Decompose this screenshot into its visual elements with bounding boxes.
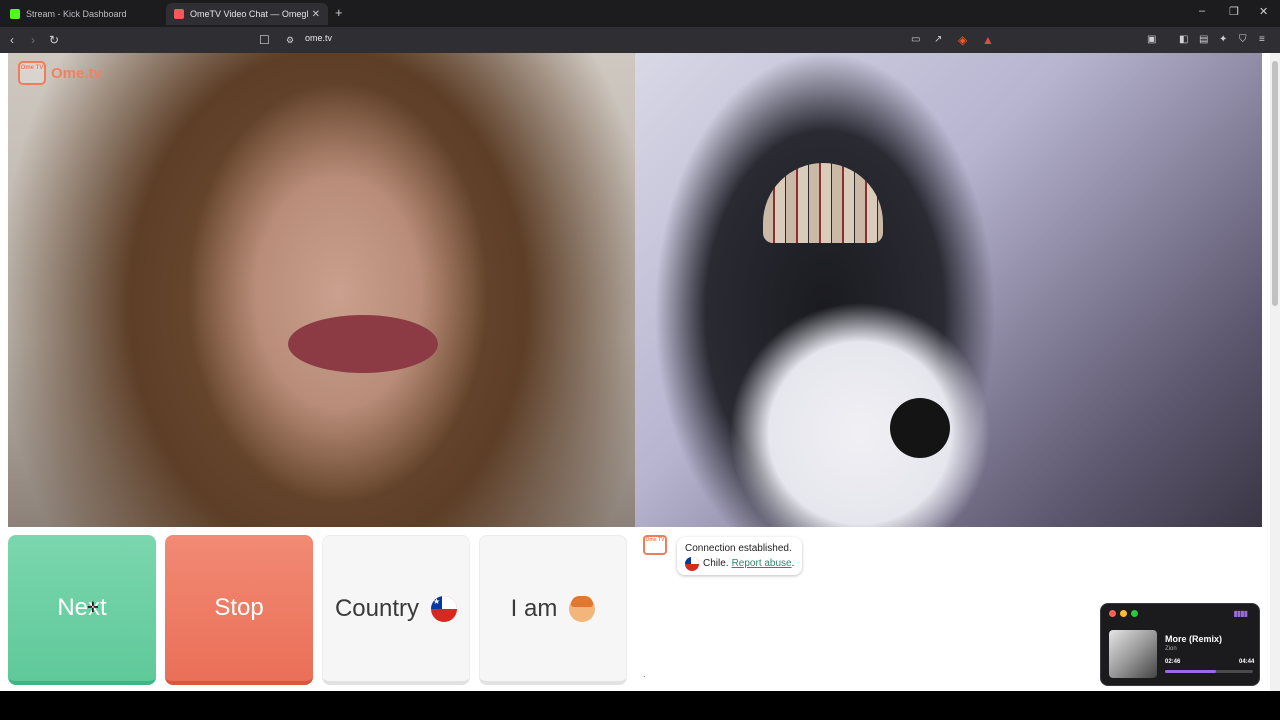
share-icon[interactable]: ↗	[934, 32, 942, 48]
maximize-dot-icon[interactable]	[1131, 610, 1138, 617]
close-window-icon[interactable]: ✕	[1259, 5, 1268, 18]
restore-icon[interactable]: ❐	[1229, 5, 1239, 18]
tab-bar: Stream - Kick Dashboard OmeTV Video Chat…	[0, 0, 1280, 27]
report-abuse-link[interactable]: Report abuse	[732, 556, 792, 571]
tab-kick-dashboard[interactable]: Stream - Kick Dashboard	[2, 3, 164, 25]
album-cover	[1109, 630, 1157, 678]
taskbar-strip	[0, 691, 1280, 720]
browser-toolbar: ‹ › ↻ ☐ ⚙ ome.tv ▭ ↗ ◈ ▲ ▣ ◧ ▤ ✦ ⛉ ≡	[0, 27, 1280, 53]
self-video	[635, 53, 1262, 527]
new-tab-button[interactable]: +	[335, 5, 343, 20]
close-tab-icon[interactable]: ✕	[312, 9, 320, 20]
brave-shield-icon[interactable]: ◈	[958, 32, 967, 48]
brand-name: Ome.tv	[51, 64, 102, 82]
kick-favicon-icon	[10, 9, 20, 19]
music-player-widget[interactable]: ▮▮▮▮ More (Remix) Zion 02:46 04:44	[1100, 603, 1260, 686]
menu-icon[interactable]: ≡	[1259, 32, 1265, 48]
mouse-cursor-icon: ✛	[87, 599, 99, 615]
report-suffix: .	[791, 558, 795, 569]
equalizer-icon: ▮▮▮▮	[1233, 609, 1248, 618]
elapsed-time: 02:46	[1165, 659, 1181, 665]
video-content	[288, 315, 438, 373]
tab-title: Stream - Kick Dashboard	[26, 9, 127, 19]
site-info-icon[interactable]: ⚙	[286, 32, 294, 48]
vpn-icon[interactable]: ⛉	[1239, 32, 1247, 48]
tv-logo-icon: Ome TV	[643, 535, 667, 555]
leo-ai-icon[interactable]: ✦	[1219, 32, 1227, 48]
ometv-logo[interactable]: Ome TV Ome.tv	[18, 61, 102, 85]
address-bar[interactable]: ome.tv	[305, 33, 332, 43]
reload-icon[interactable]: ↻	[49, 32, 59, 48]
tab-title: OmeTV Video Chat — Omegl	[190, 9, 308, 19]
bookmark-icon[interactable]: ☐	[259, 32, 270, 48]
next-button[interactable]: Next	[8, 535, 156, 685]
sidebar-toggle-icon[interactable]: ◧	[1179, 32, 1188, 48]
partner-country: Chile.	[703, 558, 729, 569]
ometv-page: Ome TV Ome.tv Next Stop Country ★ I am O…	[0, 53, 1280, 691]
minimize-dot-icon[interactable]	[1120, 610, 1127, 617]
boy-avatar-icon	[569, 595, 596, 622]
next-label: Next	[57, 594, 107, 621]
song-title: More (Remix)	[1165, 634, 1223, 644]
tv-logo-icon: Ome TV	[18, 61, 46, 85]
stop-button[interactable]: Stop	[165, 535, 313, 685]
connection-status: Connection established.	[685, 543, 792, 554]
gender-button[interactable]: I am	[479, 535, 627, 685]
country-button[interactable]: Country ★	[322, 535, 470, 685]
video-content	[763, 163, 883, 243]
iam-label: I am	[510, 594, 558, 622]
scrollbar-thumb[interactable]	[1272, 61, 1278, 306]
system-message: Connection established. Chile. Report ab…	[677, 537, 803, 575]
back-icon[interactable]: ‹	[10, 32, 14, 48]
cast-icon[interactable]: ▭	[911, 32, 920, 48]
close-dot-icon[interactable]	[1109, 610, 1116, 617]
page-scrollbar[interactable]	[1270, 53, 1280, 691]
progress-fill	[1165, 670, 1217, 673]
artist-name: Zion	[1165, 646, 1177, 652]
chile-flag-icon: ★	[431, 595, 458, 622]
chat-input[interactable]: .	[635, 665, 1105, 687]
tab-ometv[interactable]: OmeTV Video Chat — Omegl ✕	[166, 3, 328, 25]
progress-bar[interactable]	[1165, 670, 1253, 673]
ometv-favicon-icon	[174, 9, 184, 19]
rewards-icon[interactable]: ▲	[982, 32, 994, 48]
duration-time: 04:44	[1239, 659, 1255, 665]
partner-video: Ome TV Ome.tv	[8, 53, 635, 527]
forward-icon[interactable]: ›	[31, 32, 35, 48]
country-label: Country	[334, 594, 420, 622]
minimize-icon[interactable]: –	[1199, 5, 1205, 17]
video-content	[890, 398, 950, 458]
stop-label: Stop	[214, 594, 264, 621]
chile-flag-icon	[685, 556, 699, 571]
wallet-icon[interactable]: ▤	[1199, 32, 1208, 48]
sidebar-panel-icon[interactable]: ▣	[1147, 32, 1156, 48]
